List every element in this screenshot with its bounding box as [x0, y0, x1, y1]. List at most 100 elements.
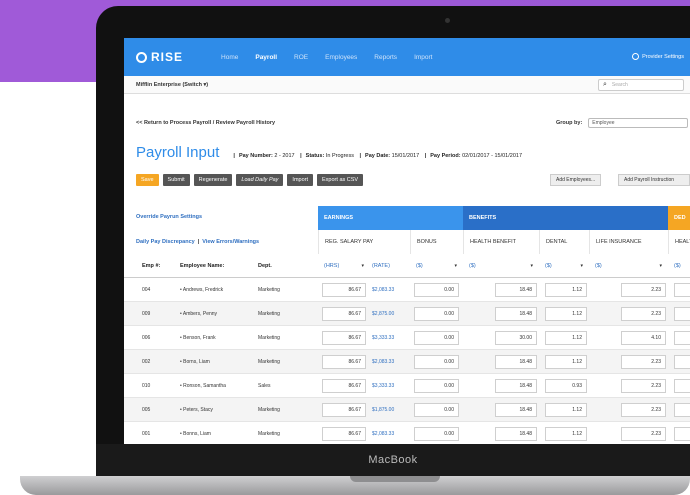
bonus-input[interactable]: 0.00	[414, 307, 459, 321]
dental-input[interactable]: 1.12	[545, 331, 587, 345]
life-input[interactable]: 2.23	[621, 427, 666, 441]
dental-input[interactable]: 1.12	[545, 403, 587, 417]
table-row[interactable]: 002 • Borns, Liam Marketing 86.67 $2,083.33 0…	[124, 350, 690, 374]
logo-text: RISE	[151, 50, 184, 64]
dental-input[interactable]: 1.12	[545, 355, 587, 369]
cell-dept: Marketing	[258, 431, 280, 437]
bonus-input[interactable]: 0.00	[414, 427, 459, 441]
col-name[interactable]: Employee Name:	[180, 254, 224, 278]
add-employees-button[interactable]: Add Employees...	[550, 174, 602, 186]
cell-name[interactable]: • Bonns, Liam	[180, 422, 211, 444]
col-dental-unit[interactable]: ($) ▾	[545, 254, 587, 278]
cell-name[interactable]: • Andrews, Fredrick	[180, 278, 223, 302]
col-health-unit[interactable]: ($) ▾	[469, 254, 537, 278]
daily-pay-discrepancy-link[interactable]: Daily Pay Discrepancy	[136, 239, 195, 245]
dental-input[interactable]: 1.12	[545, 283, 587, 297]
health-input[interactable]: 30.00	[495, 331, 537, 345]
healt-input[interactable]	[674, 403, 690, 417]
group-benefits: BENEFITS	[463, 206, 668, 230]
bonus-input[interactable]: 0.00	[414, 355, 459, 369]
healt-input[interactable]	[674, 307, 690, 321]
nav-home[interactable]: Home	[221, 54, 238, 61]
col-bonus-unit[interactable]: ($) ▾	[416, 254, 461, 278]
hrs-input[interactable]: 86.67	[322, 283, 366, 297]
healt-input[interactable]	[674, 427, 690, 441]
save-button[interactable]: Save	[136, 174, 159, 186]
export-csv-button[interactable]: Export as CSV	[317, 174, 364, 186]
life-input[interactable]: 2.23	[621, 283, 666, 297]
hrs-input[interactable]: 86.67	[322, 427, 366, 441]
healt-input[interactable]	[674, 379, 690, 393]
col-emp[interactable]: Emp #:	[142, 254, 160, 278]
app-logo[interactable]: RISE	[136, 50, 183, 64]
subheader-bonus: BONUS	[410, 230, 463, 254]
hrs-input[interactable]: 86.67	[322, 379, 366, 393]
cell-name[interactable]: • Borns, Liam	[180, 350, 210, 374]
table-row[interactable]: 004 • Andrews, Fredrick Marketing 86.67 $2,0…	[124, 278, 690, 302]
cell-rate: $2,875.00	[372, 311, 395, 317]
health-input[interactable]: 18.48	[495, 355, 537, 369]
load-daily-pay-button[interactable]: Load Daily Pay	[236, 174, 284, 186]
dental-input[interactable]: 0.93	[545, 379, 587, 393]
table-row[interactable]: 009 • Ambers, Penny Marketing 86.67 $2,875.0…	[124, 302, 690, 326]
life-input[interactable]: 4.10	[621, 331, 666, 345]
nav-import[interactable]: Import	[414, 54, 432, 61]
group-by-select[interactable]: Employee	[588, 118, 689, 128]
bonus-input[interactable]: 0.00	[414, 283, 459, 297]
laptop-brand: MacBook	[368, 454, 418, 466]
life-input[interactable]: 2.23	[621, 403, 666, 417]
healt-input[interactable]	[674, 283, 690, 297]
health-input[interactable]: 18.48	[495, 427, 537, 441]
health-input[interactable]: 18.48	[495, 403, 537, 417]
health-input[interactable]: 18.48	[495, 379, 537, 393]
cell-name[interactable]: • Ambers, Penny	[180, 302, 217, 326]
health-input[interactable]: 18.48	[495, 307, 537, 321]
life-input[interactable]: 2.23	[621, 379, 666, 393]
company-switcher[interactable]: Mifflin Enterprise (Switch ▾)	[136, 82, 208, 88]
table-row[interactable]: 010 • Ronson, Samantha Sales 86.67 $3,333.33…	[124, 374, 690, 398]
provider-settings-link[interactable]: Provider Settings	[632, 53, 684, 60]
hrs-input[interactable]: 86.67	[322, 403, 366, 417]
health-input[interactable]: 18.48	[495, 283, 537, 297]
cell-rate: $2,083.33	[372, 359, 395, 365]
bonus-input[interactable]: 0.00	[414, 331, 459, 345]
dental-input[interactable]: 1.12	[545, 307, 587, 321]
table-row[interactable]: 005 • Peters, Stacy Marketing 86.67 $1,875.0…	[124, 398, 690, 422]
col-rate[interactable]: (RATE)	[372, 254, 410, 278]
cell-name[interactable]: • Peters, Stacy	[180, 398, 213, 422]
col-dept[interactable]: Dept.	[258, 254, 272, 278]
bonus-input[interactable]: 0.00	[414, 403, 459, 417]
healt-input[interactable]	[674, 331, 690, 345]
hrs-input[interactable]: 86.67	[322, 307, 366, 321]
cell-name[interactable]: • Ronson, Samantha	[180, 374, 226, 398]
daily-pay-links: Daily Pay Discrepancy | View Errors/Warnin…	[136, 239, 260, 245]
col-hrs[interactable]: (HRS) ▾	[324, 254, 368, 278]
add-payroll-instruction-button[interactable]: Add Payroll Instruction	[618, 174, 690, 186]
view-errors-link[interactable]: View Errors/Warnings	[202, 239, 259, 245]
breadcrumb[interactable]: << Return to Process Payroll / Review Pa…	[136, 120, 275, 126]
bonus-input[interactable]: 0.00	[414, 379, 459, 393]
col-life-unit[interactable]: ($) ▾	[595, 254, 666, 278]
hrs-input[interactable]: 86.67	[322, 331, 366, 345]
nav-reports[interactable]: Reports	[374, 54, 397, 61]
table-row[interactable]: 001 • Bonns, Liam Marketing 86.67 $2,083.33 0…	[124, 422, 690, 444]
search-input[interactable]: ⌕ Search	[598, 79, 684, 91]
nav-employees[interactable]: Employees	[325, 54, 357, 61]
nav-roe[interactable]: ROE	[294, 54, 308, 61]
regenerate-button[interactable]: Regenerate	[193, 174, 233, 186]
submit-button[interactable]: Submit	[162, 174, 190, 186]
life-input[interactable]: 2.23	[621, 307, 666, 321]
nav-payroll[interactable]: Payroll	[255, 54, 277, 61]
table-row[interactable]: 006 • Benson, Frank Marketing 86.67 $3,333.3…	[124, 326, 690, 350]
override-payrun-link[interactable]: Override Payrun Settings	[136, 214, 202, 220]
healt-input[interactable]	[674, 355, 690, 369]
life-input[interactable]: 2.23	[621, 355, 666, 369]
col-healt-unit[interactable]: ($)	[674, 254, 690, 278]
cell-dept: Sales	[258, 383, 271, 389]
cell-dept: Marketing	[258, 407, 280, 413]
hrs-input[interactable]: 86.67	[322, 355, 366, 369]
cell-name[interactable]: • Benson, Frank	[180, 326, 216, 350]
dental-input[interactable]: 1.12	[545, 427, 587, 441]
import-button[interactable]: Import	[287, 174, 314, 186]
page-title: Payroll Input	[136, 144, 220, 161]
